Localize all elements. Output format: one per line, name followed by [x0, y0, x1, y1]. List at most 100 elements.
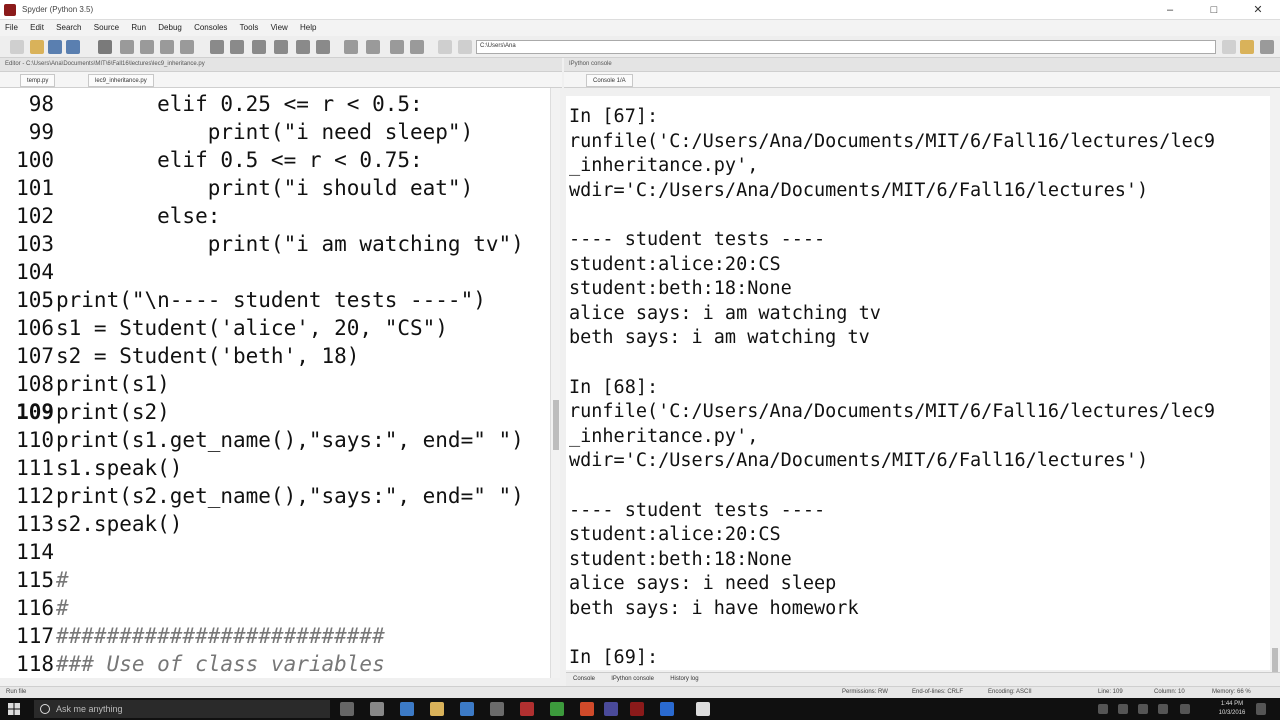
menu-help[interactable]: Help: [295, 20, 321, 35]
editor-line[interactable]: 118### Use of class variables: [0, 650, 385, 678]
spyder-taskbar-icon[interactable]: [630, 702, 644, 716]
notification-chevron-icon[interactable]: [1098, 704, 1108, 714]
console-line: alice says: i am watching tv: [569, 302, 881, 324]
editor-line[interactable]: 115#: [0, 566, 69, 594]
menu-file[interactable]: File: [0, 20, 23, 35]
editor-line[interactable]: 108print(s1): [0, 370, 170, 398]
editor-scroll-thumb[interactable]: [553, 400, 559, 450]
taskbar-search-box[interactable]: Ask me anything: [34, 700, 330, 718]
editor-line[interactable]: 98 elif 0.25 <= r < 0.5:: [0, 90, 423, 118]
menu-view[interactable]: View: [266, 20, 293, 35]
task-view-icon[interactable]: [340, 702, 354, 716]
battery-icon[interactable]: [1138, 704, 1148, 714]
run-icon[interactable]: [120, 40, 134, 54]
console-line: beth says: i am watching tv: [569, 327, 870, 349]
editor-line[interactable]: 109print(s2): [0, 398, 170, 426]
menu-bar: File Edit Search Source Run Debug Consol…: [0, 20, 1280, 36]
maximize-pane-icon[interactable]: [344, 40, 358, 54]
console-scrollbar[interactable]: [1270, 88, 1280, 678]
app-icon-5[interactable]: [604, 702, 618, 716]
cursor-icon[interactable]: [98, 40, 112, 54]
dropdown-icon[interactable]: [1222, 40, 1236, 54]
minimize-button[interactable]: –: [1148, 0, 1192, 20]
editor-line[interactable]: 103 print("i am watching tv"): [0, 230, 524, 258]
app-icon-7[interactable]: [696, 702, 710, 716]
store-icon[interactable]: [370, 702, 384, 716]
editor-line[interactable]: 114: [0, 538, 56, 566]
editor-line[interactable]: 105print("\n---- student tests ----"): [0, 286, 486, 314]
editor-line[interactable]: 107s2 = Student('beth', 18): [0, 342, 359, 370]
pythonpath-icon[interactable]: [410, 40, 424, 54]
working-directory-input[interactable]: C:\Users\Ana: [476, 40, 1216, 54]
status-bar: Run file Permissions: RW End-of-lines: C…: [0, 686, 1280, 698]
editor-line[interactable]: 112print(s2.get_name(),"says:", end=" "): [0, 482, 524, 510]
tab-ipython-console[interactable]: IPython console: [604, 673, 661, 685]
tab-console[interactable]: Console: [566, 673, 602, 685]
editor-line[interactable]: 101 print("i should eat"): [0, 174, 473, 202]
volume-icon[interactable]: [1158, 704, 1168, 714]
action-center-icon[interactable]: [1256, 703, 1266, 715]
menu-search[interactable]: Search: [51, 20, 86, 35]
new-file-icon[interactable]: [10, 40, 24, 54]
editor-line[interactable]: 116#: [0, 594, 69, 622]
editor-line[interactable]: 117##########################: [0, 622, 385, 650]
code-text: print(s1.get_name(),"says:", end=" "): [56, 428, 524, 452]
run-cell-advance-icon[interactable]: [160, 40, 174, 54]
menu-consoles[interactable]: Consoles: [189, 20, 232, 35]
stop-debug-icon[interactable]: [316, 40, 330, 54]
editor-line[interactable]: 113s2.speak(): [0, 510, 182, 538]
editor-line[interactable]: 110print(s1.get_name(),"says:", end=" "): [0, 426, 524, 454]
debug-icon[interactable]: [210, 40, 224, 54]
step-into-icon[interactable]: [252, 40, 266, 54]
network-icon[interactable]: [1118, 704, 1128, 714]
ipython-console[interactable]: In [67]: runfile('C:/Users/Ana/Documents/…: [566, 96, 1270, 670]
maximize-button[interactable]: □: [1192, 0, 1236, 20]
file-explorer-icon[interactable]: [430, 702, 444, 716]
keyboard-icon[interactable]: [1180, 704, 1190, 714]
app-icon-2[interactable]: [520, 702, 534, 716]
editor-line[interactable]: 104: [0, 258, 56, 286]
mail-icon[interactable]: [460, 702, 474, 716]
code-editor[interactable]: 98 elif 0.25 <= r < 0.5: 99 print("i need…: [0, 88, 560, 678]
run-cell-icon[interactable]: [140, 40, 154, 54]
tab-console-1a[interactable]: Console 1/A: [586, 74, 633, 87]
taskbar-clock[interactable]: 1:44 PM 10/3/2016: [1212, 700, 1252, 718]
save-icon[interactable]: [48, 40, 62, 54]
tab-temp-py[interactable]: temp.py: [20, 74, 56, 87]
editor-line[interactable]: 99 print("i need sleep"): [0, 118, 474, 146]
editor-line[interactable]: 100 elif 0.5 <= r < 0.75:: [0, 146, 423, 174]
close-button[interactable]: ✕: [1236, 0, 1280, 20]
continue-icon[interactable]: [296, 40, 310, 54]
back-arrow-icon[interactable]: [438, 40, 452, 54]
menu-source[interactable]: Source: [89, 20, 124, 35]
step-return-icon[interactable]: [274, 40, 288, 54]
windows-start-icon[interactable]: [8, 703, 20, 715]
status-eol: End-of-lines: CRLF: [912, 689, 964, 695]
editor-line[interactable]: 102 else:: [0, 202, 220, 230]
editor-scrollbar[interactable]: [550, 88, 560, 678]
code-text: print("i need sleep"): [56, 120, 474, 144]
forward-arrow-icon[interactable]: [458, 40, 472, 54]
status-message: Run file: [6, 689, 27, 695]
save-all-icon[interactable]: [66, 40, 80, 54]
preferences-icon[interactable]: [390, 40, 404, 54]
edge-icon[interactable]: [400, 702, 414, 716]
app-icon-4[interactable]: [580, 702, 594, 716]
browse-folder-icon[interactable]: [1240, 40, 1254, 54]
parent-dir-icon[interactable]: [1260, 40, 1274, 54]
open-file-icon[interactable]: [30, 40, 44, 54]
app-icon-6[interactable]: [660, 702, 674, 716]
fullscreen-icon[interactable]: [366, 40, 380, 54]
app-icon-1[interactable]: [490, 702, 504, 716]
tab-history-log[interactable]: History log: [663, 673, 705, 685]
tab-lec9-inheritance[interactable]: lec9_inheritance.py: [88, 74, 154, 87]
menu-tools[interactable]: Tools: [235, 20, 264, 35]
app-icon-3[interactable]: [550, 702, 564, 716]
menu-debug[interactable]: Debug: [153, 20, 187, 35]
run-selection-icon[interactable]: [180, 40, 194, 54]
menu-run[interactable]: Run: [126, 20, 151, 35]
step-icon[interactable]: [230, 40, 244, 54]
menu-edit[interactable]: Edit: [25, 20, 49, 35]
editor-line[interactable]: 106s1 = Student('alice', 20, "CS"): [0, 314, 448, 342]
editor-line[interactable]: 111s1.speak(): [0, 454, 182, 482]
